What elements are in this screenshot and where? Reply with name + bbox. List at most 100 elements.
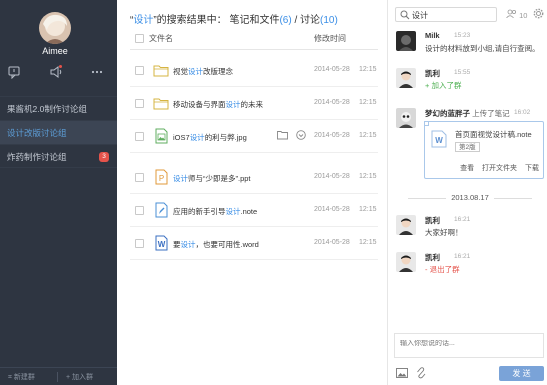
open-folder-icon[interactable]: [277, 130, 288, 142]
file-row[interactable]: iOS7设计的利与弊.jpg 2014-05-28 12:15: [130, 120, 378, 153]
file-name[interactable]: 要设计，也要可用性.word: [173, 239, 259, 250]
download-icon[interactable]: [296, 130, 306, 142]
send-button[interactable]: 发 送: [499, 366, 544, 381]
file-row[interactable]: 移动设备与界面设计的未来 2014-05-28 12:15: [130, 87, 378, 120]
new-group-button[interactable]: ⌗ 新建群: [8, 372, 35, 382]
file-name[interactable]: 视觉设计改版理念: [173, 66, 233, 77]
date-separator: 2013.08.17: [396, 192, 544, 204]
search-keyword: 设计: [133, 15, 154, 26]
attachment-icon[interactable]: [416, 367, 426, 381]
row-checkbox[interactable]: [135, 239, 144, 248]
note-version: 第2版: [455, 142, 480, 152]
svg-text:W: W: [158, 240, 166, 249]
image-icon: [153, 128, 169, 144]
chat-search-box[interactable]: [395, 7, 497, 22]
search-results-panel: “设计”的搜索结果中： 笔记和文件(6) / 讨论(10) 文件名 修改时间 视…: [117, 0, 387, 385]
file-name[interactable]: 设计师与“少即是多”.ppt: [173, 173, 251, 184]
sender-name: 凯利: [425, 253, 440, 262]
file-time: 12:15: [359, 66, 377, 73]
file-name-text: 移动设备与界面: [173, 100, 226, 109]
settings-icon[interactable]: [533, 8, 544, 19]
file-name[interactable]: 移动设备与界面设计的未来: [173, 99, 263, 110]
chat-search-input[interactable]: [412, 9, 492, 21]
file-name[interactable]: 应用的新手引导设计.note: [173, 206, 257, 217]
note-icon: [153, 202, 169, 218]
word-icon: W: [153, 235, 169, 251]
divider: [57, 372, 58, 382]
message-time: 16:21: [454, 216, 471, 223]
row-checkbox[interactable]: [135, 173, 144, 182]
note-corner-marker: [424, 121, 429, 126]
file-date: 2014-05-28: [314, 239, 350, 246]
open-folder-link[interactable]: 打开文件夹: [482, 165, 517, 172]
file-name[interactable]: iOS7设计的利与弊.jpg: [173, 132, 247, 143]
group-item[interactable]: 果酱机2.0制作讨论组: [0, 96, 117, 120]
svg-text:W: W: [435, 136, 443, 145]
row-checkbox[interactable]: [135, 66, 144, 75]
notification-icon[interactable]: [49, 65, 63, 79]
group-label: 炸药制作讨论组: [7, 152, 67, 162]
avatar[interactable]: [396, 68, 416, 88]
user-avatar[interactable]: [39, 12, 71, 44]
shared-note-card[interactable]: W 首页面视觉设计稿.note 第2版 查看 打开文件夹 下载: [424, 121, 544, 179]
file-date: 2014-05-28: [314, 99, 350, 106]
row-checkbox[interactable]: [135, 99, 144, 108]
row-checkbox[interactable]: [135, 132, 144, 141]
search-results-title: “设计”的搜索结果中： 笔记和文件(6) / 讨论(10): [130, 11, 338, 26]
input-toolbar: [394, 366, 434, 380]
member-count[interactable]: 10: [506, 9, 527, 20]
file-time: 12:15: [359, 173, 377, 180]
file-row[interactable]: 视觉设计改版理念 2014-05-28 12:15: [130, 54, 378, 87]
file-name-text: 的未来: [240, 100, 264, 109]
message-input[interactable]: [400, 340, 538, 347]
message-time: 16:02: [514, 109, 531, 116]
avatar[interactable]: [396, 215, 416, 235]
file-name-highlight: 设计: [189, 133, 205, 142]
file-row[interactable]: W 要设计，也要可用性.word 2014-05-28 12:15: [130, 227, 378, 260]
avatar[interactable]: [396, 31, 416, 51]
title-separator: / 讨论: [291, 15, 321, 26]
new-group-icon: ⌗: [8, 374, 12, 381]
feedback-icon[interactable]: [7, 65, 21, 80]
file-name-text: iOS7: [173, 133, 190, 142]
join-group-button[interactable]: + 加入群: [66, 372, 93, 382]
group-item-active[interactable]: 设计改版讨论组: [0, 120, 117, 144]
avatar[interactable]: [396, 252, 416, 272]
file-row[interactable]: 应用的新手引导设计.note 2014-05-28 12:15: [130, 194, 378, 227]
file-name-text: 视觉: [173, 67, 188, 76]
group-list: 果酱机2.0制作讨论组 设计改版讨论组 炸药制作讨论组 3: [0, 96, 117, 168]
sender-name: 凯利: [425, 69, 440, 78]
avatar[interactable]: [396, 108, 416, 128]
join-group-label: 加入群: [72, 374, 94, 381]
file-name-highlight: 设计: [188, 67, 203, 76]
group-item[interactable]: 炸药制作讨论组 3: [0, 144, 117, 168]
plus-icon: +: [66, 374, 71, 381]
file-name-text: 师与“少即是多”.ppt: [188, 174, 251, 183]
column-modified-time[interactable]: 修改时间: [314, 33, 346, 44]
discussion-count[interactable]: (10): [320, 15, 338, 26]
view-link[interactable]: 查看: [460, 165, 474, 172]
chat-message: 凯利 15:55 + 加入了群: [396, 68, 544, 94]
sender-name: Milk: [425, 31, 440, 40]
message-input-box[interactable]: [394, 333, 544, 358]
file-date: 2014-05-28: [314, 66, 350, 73]
chat-panel: 10 Milk 15:23 设计的材料放到小组,请自行查阅。 凯利 15:55 …: [387, 0, 547, 385]
sender-name-text: 梦幻的蓝胖子: [425, 109, 470, 118]
title-text: ”的搜索结果中： 笔记和文件: [153, 15, 280, 26]
note-actions: 查看 打开文件夹 下载: [454, 163, 539, 173]
row-checkbox[interactable]: [135, 206, 144, 215]
select-all-checkbox[interactable]: [135, 34, 144, 43]
sender-name: 梦幻的蓝胖子 上传了笔记: [425, 108, 510, 119]
column-filename[interactable]: 文件名: [149, 33, 173, 44]
notification-dot: [59, 65, 62, 68]
folder-icon: [153, 95, 169, 111]
more-icon[interactable]: [90, 65, 104, 79]
note-title[interactable]: 首页面视觉设计稿.note: [455, 129, 532, 140]
file-name-text: 的利与弊.jpg: [204, 133, 247, 142]
file-name-highlight: 设计: [180, 240, 196, 249]
image-icon[interactable]: [396, 368, 408, 380]
download-link[interactable]: 下载: [525, 165, 539, 172]
file-row[interactable]: P 设计师与“少即是多”.ppt 2014-05-28 12:15: [130, 161, 378, 194]
new-group-label: 新建群: [13, 374, 35, 381]
files-count[interactable]: (6): [279, 15, 291, 26]
